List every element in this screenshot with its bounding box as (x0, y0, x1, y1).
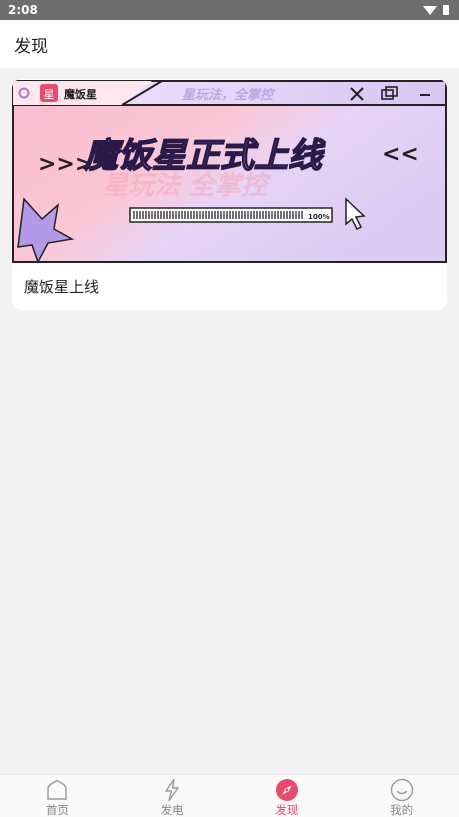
nav-label-mine: 我的 (390, 803, 414, 817)
nav-item-power[interactable]: 发电 (115, 775, 230, 817)
status-time: 2:08 (8, 3, 38, 17)
bottom-nav: 首页 发电 发现 我的 (0, 774, 459, 817)
page-title: 发现 (14, 36, 48, 57)
banner-slogan: 星玩法，全掌控 (182, 87, 276, 103)
banner-headline: 魔饭星正式上线 (83, 136, 326, 176)
status-icons (423, 5, 449, 15)
banner-app-name: 魔饭星 (64, 87, 97, 101)
progress-text: 100% (308, 213, 330, 221)
card-title[interactable]: 魔饭星上线 (24, 276, 99, 297)
status-bar: 2:08 (0, 0, 459, 20)
arrows-right: << (382, 142, 419, 167)
nav-item-mine[interactable]: 我的 (344, 775, 459, 817)
discover-card[interactable]: 星 魔饭星 星玩法，全掌控 星玩法 全掌控 >>> 魔饭星正式上线 << 100… (12, 79, 447, 310)
app-header: 发现 (0, 20, 459, 68)
card-banner[interactable]: 星 魔饭星 星玩法，全掌控 星玩法 全掌控 >>> 魔饭星正式上线 << 100… (12, 79, 447, 264)
nav-item-home[interactable]: 首页 (0, 775, 115, 817)
banner-graphic: 星 魔饭星 星玩法，全掌控 星玩法 全掌控 >>> 魔饭星正式上线 << 100… (12, 79, 447, 264)
battery-icon (443, 5, 449, 15)
nav-item-discover[interactable]: 发现 (230, 775, 345, 817)
home-icon (47, 779, 68, 800)
wifi-icon (423, 5, 437, 15)
nav-label-power: 发电 (160, 803, 184, 817)
banner-progress-bar: 100% (129, 207, 333, 223)
logo-char: 星 (44, 88, 55, 101)
compass-icon (275, 779, 298, 801)
nav-label-discover: 发现 (275, 803, 299, 817)
smile-icon (390, 778, 413, 802)
lightning-icon (165, 778, 179, 802)
nav-label-home: 首页 (45, 803, 69, 817)
